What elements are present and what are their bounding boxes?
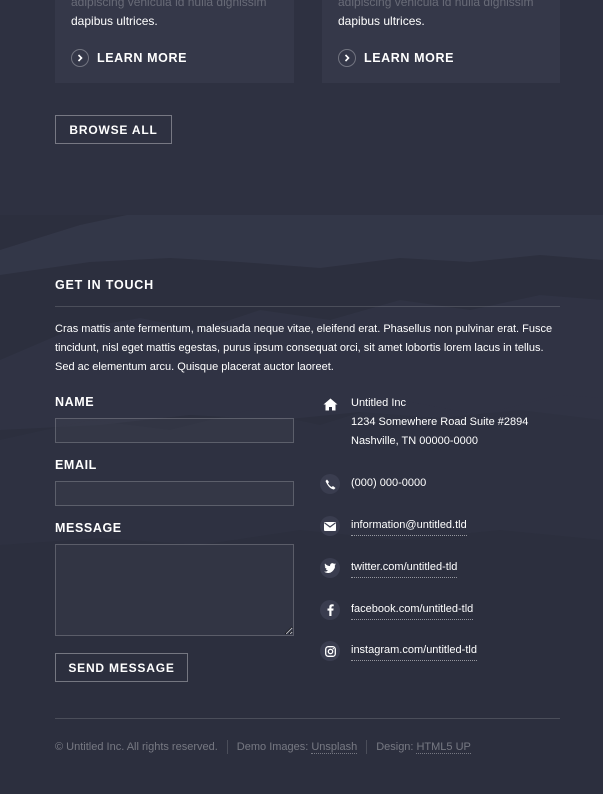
address-line: Untitled Inc xyxy=(351,397,407,409)
unsplash-link[interactable]: Unsplash xyxy=(311,741,358,754)
learn-more-label: LEARN MORE xyxy=(364,51,455,65)
instagram-icon xyxy=(320,641,340,661)
learn-more-label: LEARN MORE xyxy=(97,51,188,65)
address-line: 1234 Somewhere Road Suite #2894 xyxy=(351,416,529,428)
name-label: NAME xyxy=(55,395,95,409)
envelope-icon xyxy=(320,516,340,536)
footer: © Untitled Inc. All rights reserved. Dem… xyxy=(55,740,471,754)
chevron-right-icon xyxy=(71,49,89,67)
email-label: EMAIL xyxy=(55,458,97,472)
feature-card: adipiscing vehicula id nulla dignissim d… xyxy=(322,0,560,83)
phone-info: (000) 000-0000 xyxy=(320,474,426,494)
contact-title: GET IN TOUCH xyxy=(55,278,154,292)
email-field[interactable] xyxy=(55,481,294,506)
address-line: Nashville, TN 00000-0000 xyxy=(351,435,478,447)
send-message-button[interactable]: SEND MESSAGE xyxy=(55,653,188,682)
footer-divider xyxy=(55,718,560,719)
card-faded-text: adipiscing vehicula id nulla dignissim xyxy=(71,0,267,9)
contact-intro: Cras mattis ante fermentum, malesuada ne… xyxy=(55,323,553,373)
learn-more-link[interactable]: LEARN MORE xyxy=(338,49,454,67)
facebook-icon xyxy=(320,600,340,620)
instagram-info: instagram.com/untitled-tld xyxy=(320,641,477,661)
design-label: Design: xyxy=(376,741,414,753)
footer-separator xyxy=(366,740,368,754)
chevron-right-icon xyxy=(338,49,356,67)
name-field[interactable] xyxy=(55,418,294,443)
facebook-link[interactable]: facebook.com/untitled-tld xyxy=(351,600,474,620)
instagram-link[interactable]: instagram.com/untitled-tld xyxy=(351,641,477,661)
phone-number: (000) 000-0000 xyxy=(351,477,427,489)
html5up-link[interactable]: HTML5 UP xyxy=(416,741,471,754)
feature-card: adipiscing vehicula id nulla dignissim d… xyxy=(55,0,294,83)
message-field[interactable] xyxy=(55,544,294,636)
email-link[interactable]: information@untitled.tld xyxy=(351,516,467,536)
address-info: Untitled Inc 1234 Somewhere Road Suite #… xyxy=(320,394,528,451)
card-text: dapibus ultrices. xyxy=(71,14,158,28)
twitter-link[interactable]: twitter.com/untitled-tld xyxy=(351,558,458,578)
facebook-info: facebook.com/untitled-tld xyxy=(320,600,474,620)
message-label: MESSAGE xyxy=(55,521,122,535)
divider xyxy=(55,306,560,307)
copyright-text: © Untitled Inc. All rights reserved. xyxy=(55,741,218,753)
features-section: adipiscing vehicula id nulla dignissim d… xyxy=(0,0,603,215)
card-text: dapibus ultrices. xyxy=(338,14,425,28)
demo-images-label: Demo Images: xyxy=(236,741,309,753)
footer-separator xyxy=(226,740,228,754)
home-icon xyxy=(320,394,340,414)
phone-icon xyxy=(320,474,340,494)
browse-all-button[interactable]: BROWSE ALL xyxy=(55,115,172,144)
twitter-icon xyxy=(320,558,340,578)
twitter-info: twitter.com/untitled-tld xyxy=(320,558,458,578)
learn-more-link[interactable]: LEARN MORE xyxy=(71,49,187,67)
card-faded-text: adipiscing vehicula id nulla dignissim xyxy=(338,0,534,9)
email-info: information@untitled.tld xyxy=(320,516,467,536)
